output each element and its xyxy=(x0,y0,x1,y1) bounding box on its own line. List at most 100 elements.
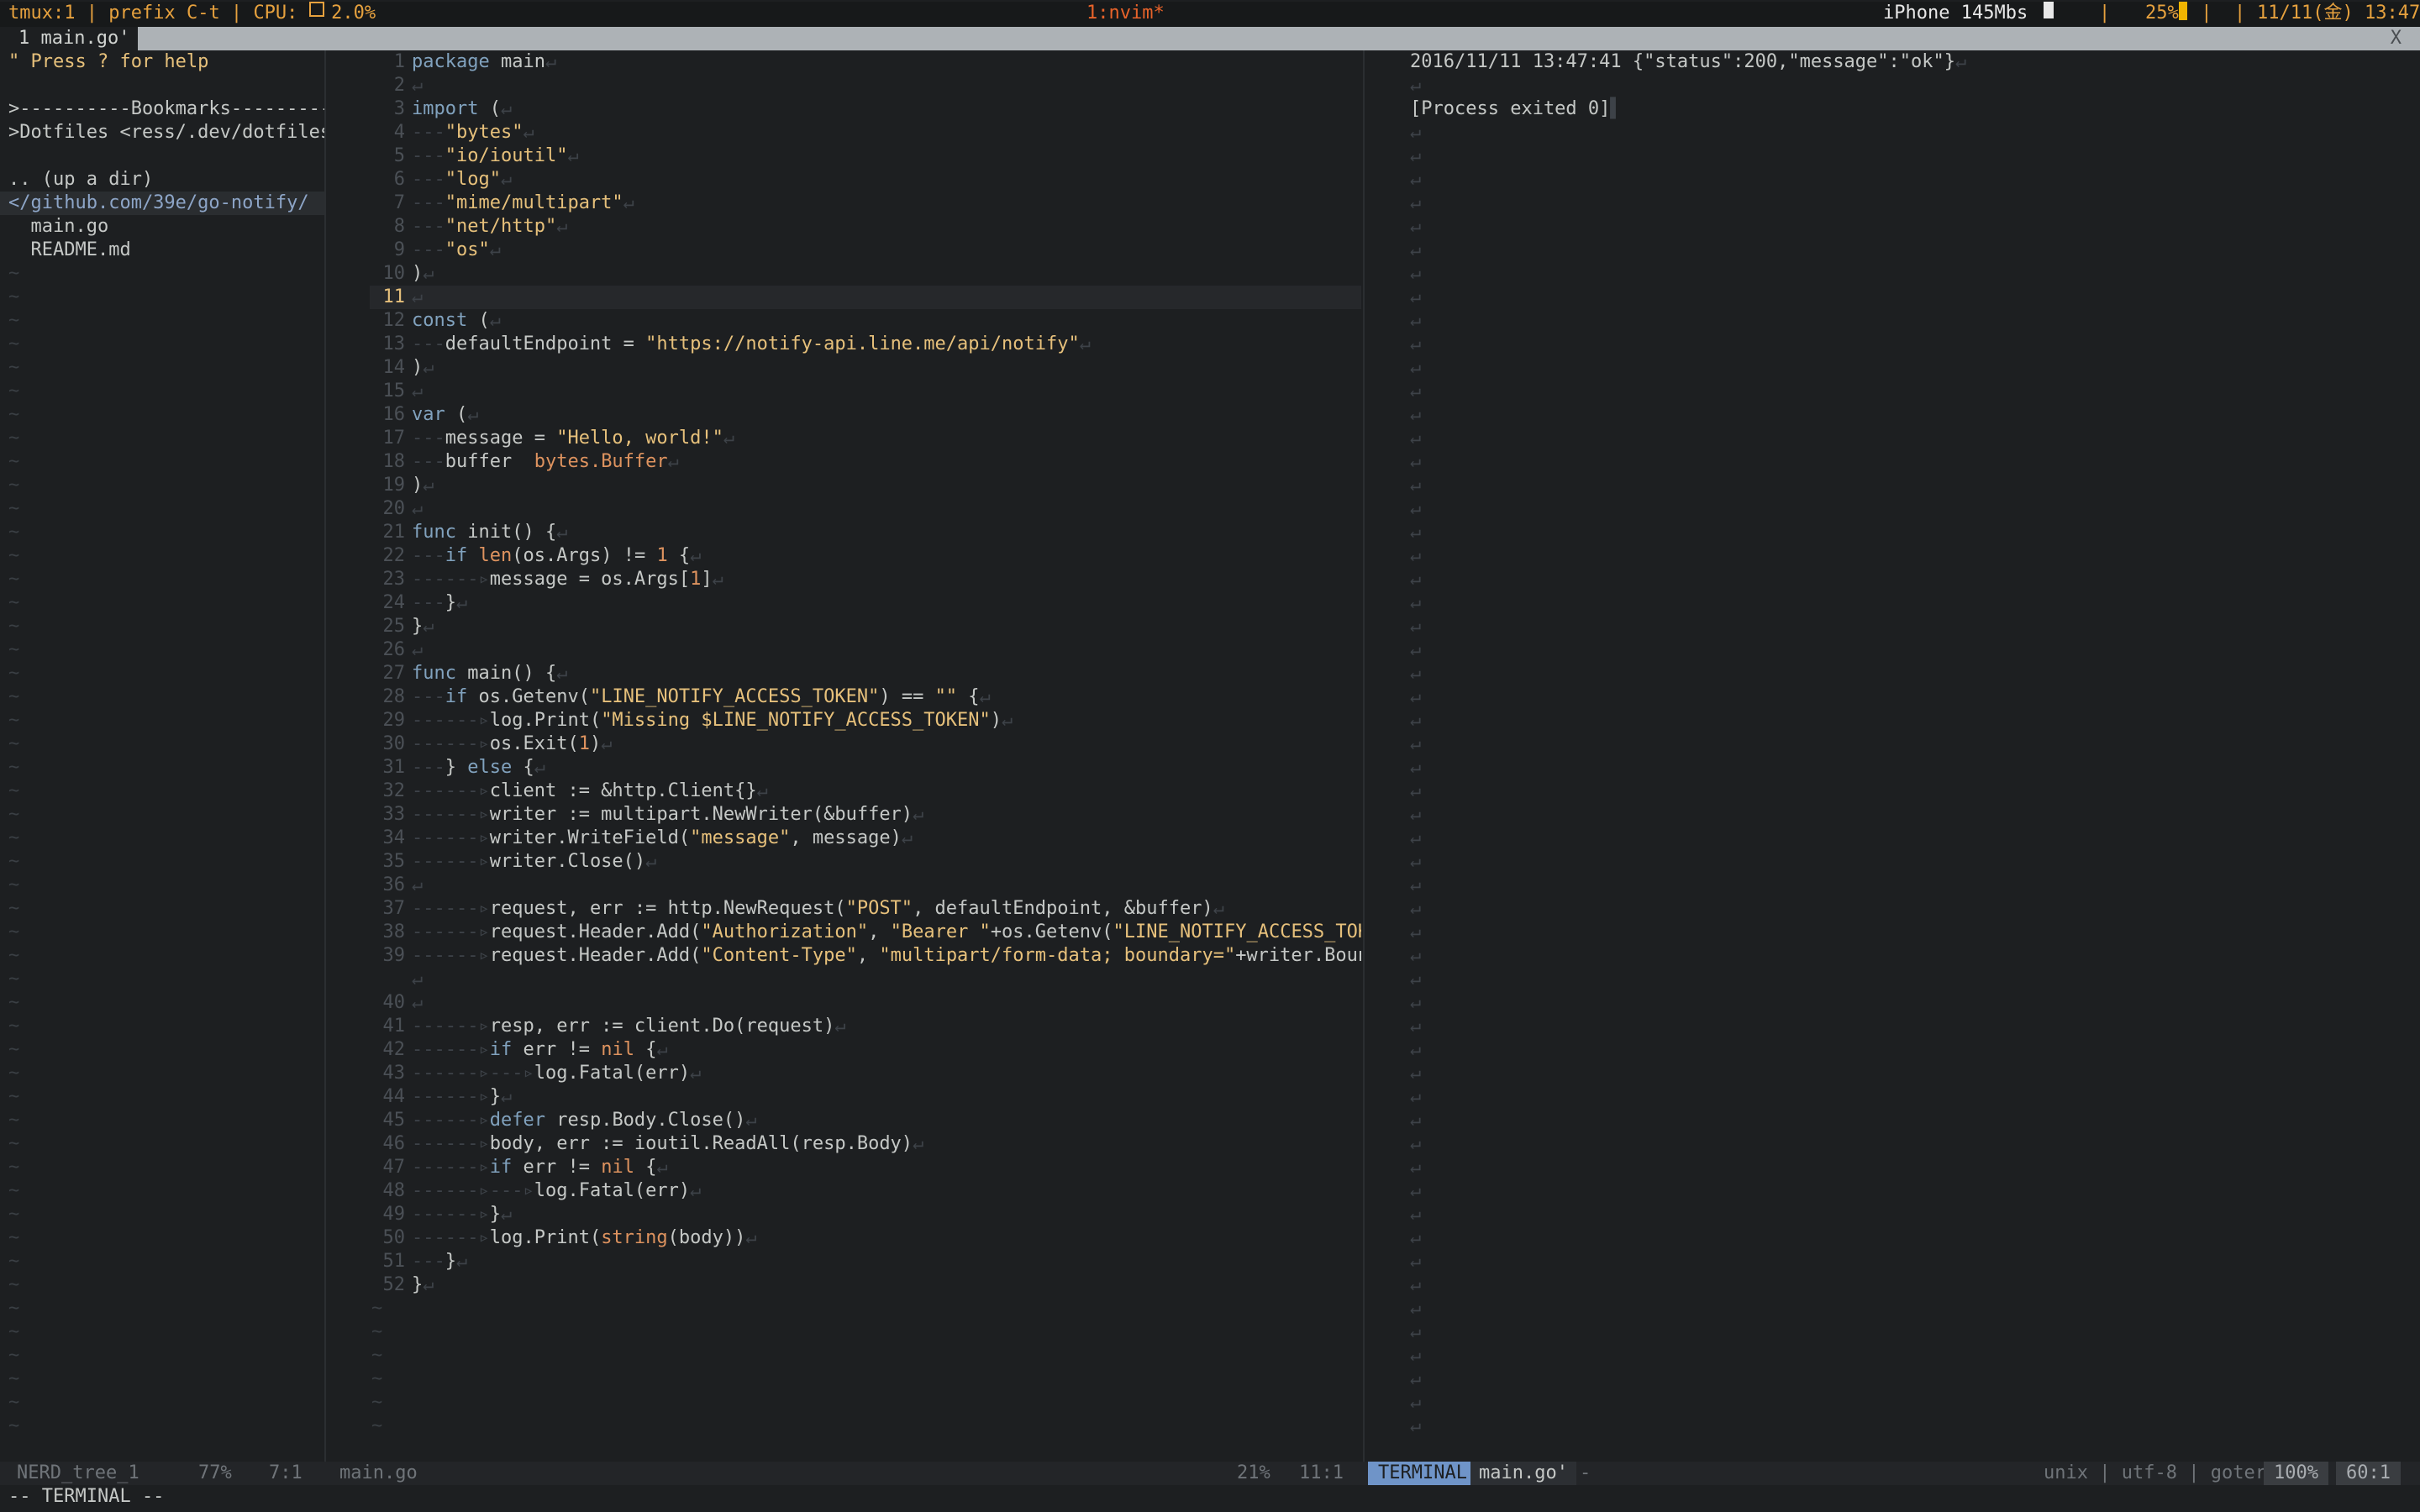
code-line[interactable]: 30 ------▹os.Exit(1)↵ xyxy=(370,732,1361,756)
code-line[interactable]: 37 ------▹request, err := http.NewRequest… xyxy=(370,897,1361,921)
empty-line-marker: ~ xyxy=(8,969,20,990)
terminal-empty-line: ↵ xyxy=(1410,1063,1422,1084)
code-line[interactable]: 27 func main() {↵ xyxy=(370,662,1361,685)
code-line[interactable]: 39 ------▹request.Header.Add("Content-Typ… xyxy=(370,944,1362,968)
code-line[interactable]: 40 ↵ xyxy=(370,991,1361,1015)
line-number: 14 xyxy=(382,357,406,378)
code-line[interactable]: 44 ------▹}↵ xyxy=(370,1085,1361,1109)
terminal-empty-line: ↵ xyxy=(1410,475,1422,496)
code-line[interactable]: 15 ↵ xyxy=(370,380,1361,403)
code-line[interactable]: 25}↵ xyxy=(370,615,1361,638)
code-line[interactable]: 5 ---"io/ioutil"↵ xyxy=(370,144,1361,168)
terminal-empty-line: ↵ xyxy=(1410,992,1422,1013)
code-line[interactable]: 23 ------▹message = os.Args[1]↵ xyxy=(370,568,1361,591)
tab-main-go[interactable]: 1 main.go' xyxy=(0,27,139,50)
nerdtree-pane[interactable]: " Press ? for help >----------Bookmarks--… xyxy=(0,50,324,1462)
code-line[interactable]: 38 ------▹request.Header.Add("Authorizati… xyxy=(370,921,1362,944)
pane-divider[interactable] xyxy=(324,50,326,1462)
code-line[interactable]: 52}↵ xyxy=(370,1273,1361,1297)
help-hint: " Press ? for help xyxy=(8,51,209,72)
code-text: ------▹body, err := ioutil.ReadAll(resp.… xyxy=(412,1133,924,1154)
code-line[interactable]: 50 ------▹log.Print(string(body))↵ xyxy=(370,1226,1361,1250)
tree-item[interactable]: .. (up a dir) xyxy=(0,168,324,192)
terminal-empty-line: ↵ xyxy=(1410,122,1422,143)
line-number: 12 xyxy=(382,310,406,331)
empty-line-marker: ~ xyxy=(8,1180,20,1201)
code-line[interactable]: 13 ---defaultEndpoint = "https://notify-a… xyxy=(370,333,1361,356)
terminal-empty-line: ↵ xyxy=(1410,1321,1422,1342)
code-line[interactable]: 43 ------▹---▹log.Fatal(err)↵ xyxy=(370,1062,1361,1085)
code-line[interactable]: 2 ↵ xyxy=(370,74,1361,97)
tree-item[interactable]: main.go xyxy=(0,215,324,239)
code-text: ---"bytes"↵ xyxy=(412,122,534,143)
code-line[interactable]: 16 var (↵ xyxy=(370,403,1361,427)
cursor-position: 60:1 xyxy=(2336,1462,2401,1485)
empty-line-marker: ~ xyxy=(8,686,20,707)
code-text: ------▹writer.Close()↵ xyxy=(412,851,657,872)
terminal-empty-line: ↵ xyxy=(1410,451,1422,472)
terminal-empty-line: ↵ xyxy=(1410,1392,1422,1413)
code-line[interactable]: 33 ------▹writer := multipart.NewWriter(&… xyxy=(370,803,1361,827)
code-line[interactable]: 6 ---"log"↵ xyxy=(370,168,1361,192)
code-line[interactable]: 49 ------▹}↵ xyxy=(370,1203,1361,1226)
code-line[interactable]: 12 const (↵ xyxy=(370,309,1361,333)
code-line[interactable]: 18 ---buffer bytes.Buffer↵ xyxy=(370,450,1361,474)
editor-pane[interactable]: 1 package main↵ 2 ↵ 3 import (↵ 4 ---"bytes"↵ 5-… xyxy=(370,50,1361,1462)
code-line[interactable]: 48 ------▹---▹log.Fatal(err)↵ xyxy=(370,1179,1361,1203)
tree-item[interactable]: >Dotfiles <ress/.dev/dotfiles/ xyxy=(0,121,324,144)
code-text: ---buffer bytes.Buffer↵ xyxy=(412,451,679,472)
terminal-empty-line: ↵ xyxy=(1410,1274,1422,1295)
tree-item[interactable]: README.md xyxy=(0,239,324,262)
terminal-empty-line: ↵ xyxy=(1410,1251,1422,1272)
code-line[interactable]: 8 ---"net/http"↵ xyxy=(370,215,1361,239)
code-line[interactable]: 45 ------▹defer resp.Body.Close()↵ xyxy=(370,1109,1361,1132)
tree-item[interactable]: </github.com/39e/go-notify/ xyxy=(0,192,324,215)
code-text: ↵ xyxy=(412,75,424,96)
empty-line-marker: ~ xyxy=(371,1345,383,1366)
code-line[interactable]: 19)↵ xyxy=(370,474,1361,497)
terminal-empty-line: ↵ xyxy=(1410,1204,1422,1225)
code-line[interactable]: 11 ↵ xyxy=(370,286,1361,309)
code-line[interactable]: 36 ↵ xyxy=(370,874,1361,897)
code-line[interactable]: ↵ xyxy=(370,968,1361,991)
pane-divider[interactable] xyxy=(1363,50,1365,1462)
code-line[interactable]: 22 ---if len(os.Args) != 1 {↵ xyxy=(370,544,1361,568)
terminal-empty-line: ↵ xyxy=(1410,1086,1422,1107)
line-number: 20 xyxy=(382,498,406,519)
code-line[interactable]: 20 ↵ xyxy=(370,497,1361,521)
code-line[interactable]: 41 ------▹resp, err := client.Do(request)… xyxy=(370,1015,1361,1038)
terminal-empty-line: ↵ xyxy=(1410,169,1422,190)
line-number: 7 xyxy=(393,192,405,213)
code-line[interactable]: 35 ------▹writer.Close()↵ xyxy=(370,850,1361,874)
code-line[interactable]: 47 ------▹if err != nil {↵ xyxy=(370,1156,1361,1179)
code-line[interactable]: 10)↵ xyxy=(370,262,1361,286)
line-number: 49 xyxy=(382,1204,406,1225)
battery-icon xyxy=(2178,2,2187,20)
code-line[interactable]: 26 ↵ xyxy=(370,638,1361,662)
close-tab-button[interactable]: X xyxy=(2391,27,2402,50)
code-line[interactable]: 21 func init() {↵ xyxy=(370,521,1361,544)
empty-line-marker: ~ xyxy=(8,1368,20,1389)
code-line[interactable]: 34 ------▹writer.WriteField("message", me… xyxy=(370,827,1361,850)
code-line[interactable]: 24 ---}↵ xyxy=(370,591,1361,615)
code-line[interactable]: 4 ---"bytes"↵ xyxy=(370,121,1361,144)
tree-item[interactable]: >----------Bookmarks---------- xyxy=(0,97,324,121)
code-line[interactable]: 17 ---message = "Hello, world!"↵ xyxy=(370,427,1361,450)
terminal-output-line: ↵ xyxy=(1410,75,1422,96)
code-line[interactable]: 46 ------▹body, err := ioutil.ReadAll(res… xyxy=(370,1132,1361,1156)
code-line[interactable]: 51 ---}↵ xyxy=(370,1250,1361,1273)
terminal-empty-line: ↵ xyxy=(1410,286,1422,307)
code-line[interactable]: 7 ---"mime/multipart"↵ xyxy=(370,192,1361,215)
tmux-window[interactable]: 1:nvim* xyxy=(1086,2,1165,25)
terminal-pane[interactable]: 2016/11/11 13:47:41 {"status":200,"messa… xyxy=(1410,50,2402,1462)
code-line[interactable]: 29 ------▹log.Print("Missing $LINE_NOTIFY… xyxy=(370,709,1361,732)
code-line[interactable]: 32 ------▹client := &http.Client{}↵ xyxy=(370,780,1361,803)
code-line[interactable]: 31 ---} else {↵ xyxy=(370,756,1361,780)
code-line[interactable]: 42 ------▹if err != nil {↵ xyxy=(370,1038,1361,1062)
code-line[interactable]: 28 ---if os.Getenv("LINE_NOTIFY_ACCESS_TO… xyxy=(370,685,1361,709)
code-line[interactable]: 1 package main↵ xyxy=(370,50,1361,74)
code-line[interactable]: 3 import (↵ xyxy=(370,97,1361,121)
empty-line-marker: ~ xyxy=(8,1227,20,1248)
code-line[interactable]: 14)↵ xyxy=(370,356,1361,380)
code-line[interactable]: 9 ---"os"↵ xyxy=(370,239,1361,262)
